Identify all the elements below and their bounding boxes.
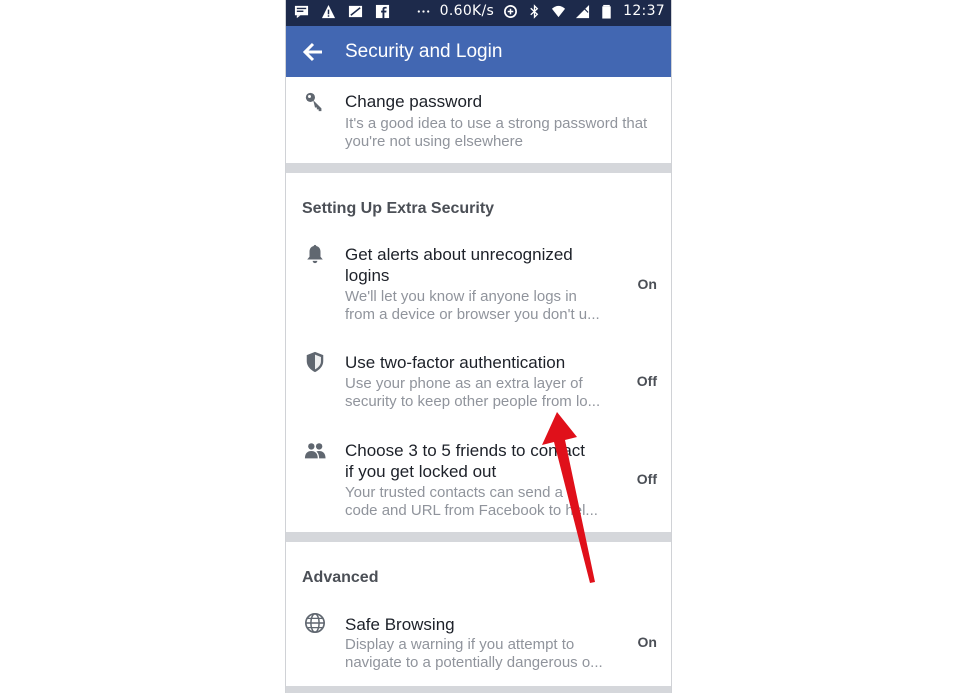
two-factor-title: Use two-factor authentication — [345, 353, 566, 372]
change-password-subtitle-line1: It's a good idea to use a strong passwor… — [345, 115, 648, 132]
trusted-contacts-row[interactable]: Choose 3 to 5 friends to contact if you … — [286, 434, 671, 530]
app-bar: Security and Login — [286, 26, 671, 77]
battery-icon — [599, 4, 614, 19]
extra-security-heading: Setting Up Extra Security — [302, 200, 495, 217]
wifi-icon — [551, 4, 566, 19]
phone-screen: 0.60K/s 12:37 Security and Login Change … — [285, 0, 672, 693]
change-password-title: Change password — [345, 92, 483, 111]
change-password-subtitle-line2: you're not using elsewhere — [345, 133, 523, 150]
trusted-contacts-subtitle-line2: code and URL from Facebook to hel... — [345, 502, 598, 519]
globe-icon — [303, 611, 327, 635]
back-arrow-icon[interactable] — [300, 39, 326, 65]
more-dots-icon — [416, 4, 431, 19]
alerts-subtitle-line1: We'll let you know if anyone logs in — [345, 288, 577, 305]
advanced-heading: Advanced — [302, 569, 379, 586]
change-password-row[interactable]: Change password It's a good idea to use … — [286, 77, 671, 163]
clock: 12:37 — [623, 3, 665, 19]
friends-icon — [303, 439, 327, 463]
status-bar: 0.60K/s 12:37 — [286, 0, 671, 26]
trusted-contacts-title-line1: Choose 3 to 5 friends to contact — [345, 441, 586, 460]
trusted-contacts-title-line2: if you get locked out — [345, 462, 497, 481]
section-divider — [286, 163, 671, 173]
key-icon — [303, 90, 327, 114]
message-icon — [294, 4, 309, 19]
safe-browsing-subtitle-line2: navigate to a potentially dangerous o... — [345, 654, 603, 671]
safe-browsing-row[interactable]: Safe Browsing Display a warning if you a… — [286, 608, 671, 686]
section-divider — [286, 686, 671, 693]
facebook-icon — [375, 4, 390, 19]
alerts-row[interactable]: Get alerts about unrecognized logins We'… — [286, 238, 671, 334]
safe-browsing-status: On — [637, 634, 657, 650]
signal-icon — [575, 4, 590, 19]
safe-browsing-title: Safe Browsing — [345, 615, 455, 634]
alerts-subtitle-line2: from a device or browser you don't u... — [345, 306, 600, 323]
two-factor-subtitle-line2: security to keep other people from lo... — [345, 393, 601, 410]
safe-browsing-subtitle-line1: Display a warning if you attempt to — [345, 636, 575, 653]
data-saver-icon — [503, 4, 518, 19]
two-factor-subtitle-line1: Use your phone as an extra layer of — [345, 375, 583, 392]
two-factor-row[interactable]: Use two-factor authentication Use your p… — [286, 346, 671, 426]
no-sim-icon — [348, 4, 363, 19]
two-factor-status: Off — [636, 373, 657, 389]
alerts-status: On — [637, 276, 657, 292]
alerts-title-line2: logins — [345, 266, 390, 285]
trusted-contacts-subtitle-line1: Your trusted contacts can send a — [345, 484, 563, 501]
section-divider — [286, 532, 671, 542]
network-speed: 0.60K/s — [439, 3, 495, 19]
page-title: Security and Login — [345, 41, 503, 62]
bell-icon — [303, 242, 327, 266]
trusted-contacts-status: Off — [636, 471, 657, 487]
shield-icon — [303, 350, 327, 374]
alerts-title-line1: Get alerts about unrecognized — [345, 245, 573, 264]
warning-icon — [321, 4, 336, 19]
bluetooth-icon — [527, 3, 542, 19]
